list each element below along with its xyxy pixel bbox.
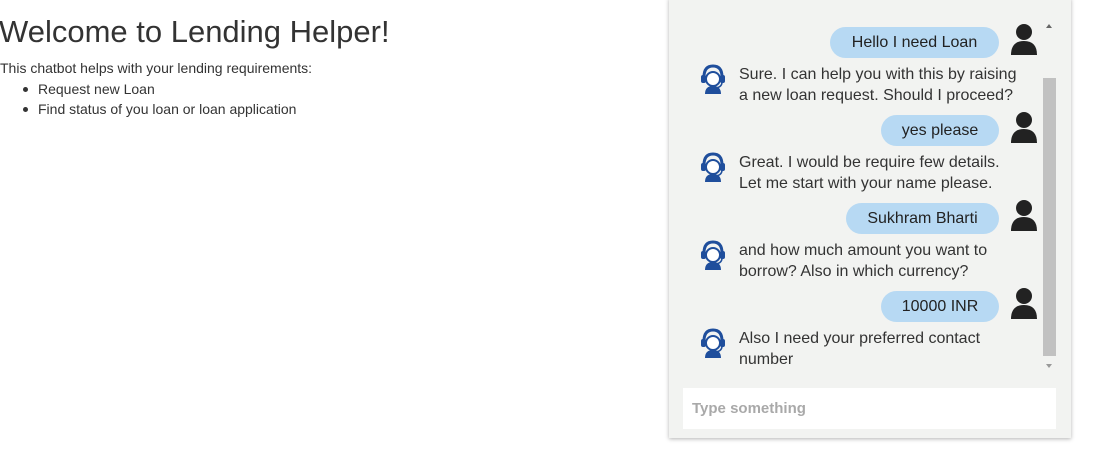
user-avatar-icon <box>1011 24 1037 55</box>
user-message-bubble: Hello I need Loan <box>830 27 999 58</box>
bot-agent-icon <box>701 328 725 358</box>
chat-messages-panel[interactable]: Hello I need Loan Sure. I can help you w… <box>669 0 1071 378</box>
bot-message-text: Sure. I can help you with this by raisin… <box>739 64 1039 106</box>
bot-agent-icon <box>701 240 725 270</box>
feature-item-request-loan: Request new Loan <box>20 79 296 99</box>
scroll-up-arrow-icon[interactable] <box>1046 24 1052 28</box>
bot-agent-icon <box>701 64 725 94</box>
bot-message-line: and how much amount you want to <box>739 242 988 259</box>
user-avatar-icon <box>1011 112 1037 143</box>
user-avatar-icon <box>1011 200 1037 231</box>
message-input[interactable] <box>683 388 1056 429</box>
user-message-bubble: Sukhram Bharti <box>846 203 999 234</box>
bot-message-line: Also I need your preferred contact <box>739 330 981 347</box>
chat-scrollbar[interactable] <box>1043 20 1056 372</box>
bot-message-line: Let me start with your name please. <box>739 175 993 192</box>
bot-message-text: Also I need your preferred contact numbe… <box>739 328 1039 370</box>
bot-message-text: and how much amount you want to borrow? … <box>739 240 1039 282</box>
chat-widget: Hello I need Loan Sure. I can help you w… <box>669 0 1071 438</box>
scrollbar-thumb[interactable] <box>1043 78 1056 356</box>
feature-item-find-status: Find status of you loan or loan applicat… <box>20 99 296 119</box>
bot-message-text: Great. I would be require few details. L… <box>739 152 1039 194</box>
page-title: Welcome to Lending Helper! <box>0 14 390 49</box>
bot-message-line: borrow? Also in which currency? <box>739 263 969 280</box>
bot-agent-icon <box>701 152 725 182</box>
bot-message-line: Sure. I can help you with this by raisin… <box>739 66 1017 83</box>
intro-description: This chatbot helps with your lending req… <box>0 60 313 76</box>
bot-message-line: Great. I would be require few details. <box>739 154 1000 171</box>
scroll-down-arrow-icon[interactable] <box>1046 364 1052 368</box>
user-message-bubble: 10000 INR <box>881 291 999 322</box>
bot-message-line: a new loan request. Should I proceed? <box>739 87 1013 104</box>
user-message-bubble: yes please <box>881 115 999 146</box>
feature-list: Request new Loan Find status of you loan… <box>20 79 296 119</box>
user-avatar-icon <box>1011 288 1037 319</box>
bot-message-line: number <box>739 351 794 368</box>
